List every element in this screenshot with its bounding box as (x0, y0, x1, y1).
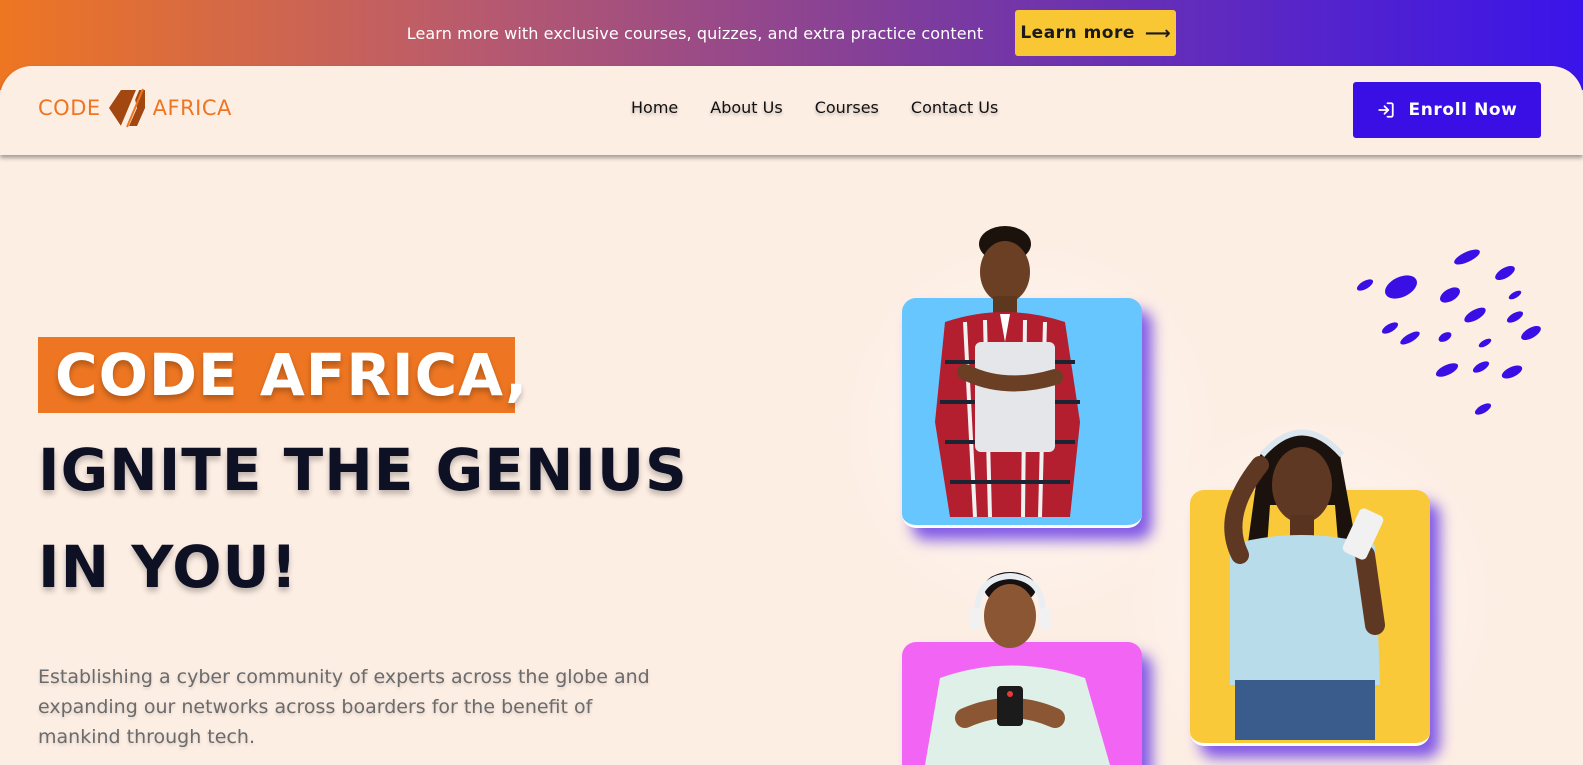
nav-courses[interactable]: Courses (815, 98, 879, 117)
sign-in-icon (1377, 102, 1394, 118)
student-with-laptop-image (935, 226, 1080, 518)
arrow-right-icon: ⟶ (1144, 22, 1172, 44)
nav-contact-us[interactable]: Contact Us (911, 98, 998, 117)
main-nav: Home About Us Courses Contact Us (631, 98, 998, 117)
learn-more-label: Learn more (1020, 23, 1135, 43)
logo[interactable]: CODE AFRICA (38, 88, 232, 128)
hero-title-line-2: IGNITE THE GENIUS (38, 436, 688, 504)
student-with-phone-image (1224, 429, 1385, 740)
nav-home[interactable]: Home (631, 98, 678, 117)
enroll-now-button[interactable]: Enroll Now (1353, 82, 1541, 138)
logo-text-right: AFRICA (152, 96, 232, 120)
enroll-now-label: Enroll Now (1408, 100, 1518, 120)
learn-more-button[interactable]: Learn more ⟶ (1015, 10, 1177, 56)
nav-about-us[interactable]: About Us (710, 98, 782, 117)
hero-description: Establishing a cyber community of expert… (38, 666, 650, 748)
logo-text-left: CODE (38, 96, 101, 120)
logo-mark-icon (108, 88, 145, 128)
hero-title-line-1: CODE AFRICA, (55, 341, 529, 409)
site-header: CODE AFRICA Home About Us Courses Contac… (0, 66, 1583, 155)
banner-text: Learn more with exclusive courses, quizz… (406, 23, 984, 43)
hero-title-line-3: IN YOU! (38, 533, 299, 601)
decorative-dots-icon (1356, 249, 1541, 415)
student-with-headphones-image (925, 572, 1110, 765)
